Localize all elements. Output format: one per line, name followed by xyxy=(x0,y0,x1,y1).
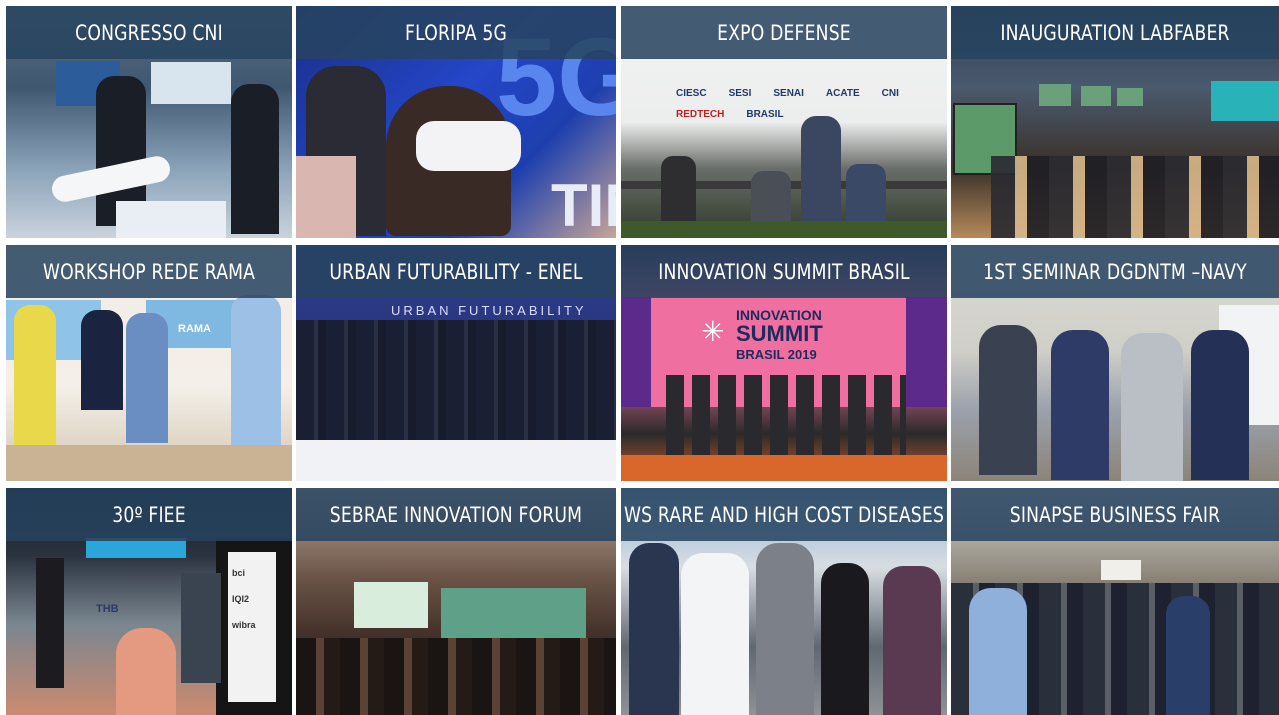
photo-collage: CONGRESSO CNI 5G TIM FLORIPA 5G CIESC SE… xyxy=(0,0,1279,715)
summit-sign-line3: BRASIL 2019 xyxy=(736,347,817,362)
tile-sinapse-business-fair: SINAPSE BUSINESS FAIR xyxy=(951,488,1279,715)
brand-text: wibra xyxy=(232,620,256,630)
caption-bar: SINAPSE BUSINESS FAIR xyxy=(951,488,1279,541)
logo-text: SESI xyxy=(728,88,752,99)
photo-banner-text: URBAN FUTURABILITY xyxy=(391,303,587,318)
tile-caption: 1ST SEMINAR DGDNTM –NAVY xyxy=(983,259,1247,284)
caption-bar: WS RARE AND HIGH COST DISEASES xyxy=(621,488,947,541)
caption-bar: FLORIPA 5G xyxy=(296,6,616,59)
booth-brands: bci IQI2 wibra xyxy=(232,568,276,630)
tile-workshop-rede-rama: RAMA WORKSHOP REDE RAMA xyxy=(6,245,292,481)
tile-1st-seminar-navy: 1ST SEMINAR DGDNTM –NAVY xyxy=(951,245,1279,481)
tile-caption: SINAPSE BUSINESS FAIR xyxy=(1009,502,1221,527)
tile-caption: WS RARE AND HIGH COST DISEASES xyxy=(623,502,945,527)
tile-floripa-5g: 5G TIM FLORIPA 5G xyxy=(296,6,616,238)
tile-caption: INNOVATION SUMMIT BRASIL xyxy=(658,259,910,284)
caption-bar: WORKSHOP REDE RAMA xyxy=(6,245,292,298)
caption-bar: INNOVATION SUMMIT BRASIL xyxy=(621,245,947,298)
caption-bar: 30º FIEE xyxy=(6,488,292,541)
tile-innovation-summit-brasil: INNOVATION SUMMIT BRASIL 2019 ✳ INNOVATI… xyxy=(621,245,947,481)
tile-inauguration-labfaber: INAUGURATION LABFABER xyxy=(951,6,1279,238)
tile-urban-futurability: URBAN FUTURABILITY URBAN FUTURABILITY - … xyxy=(296,245,616,481)
tile-caption: WORKSHOP REDE RAMA xyxy=(42,259,256,284)
booth-sign-thb: THB xyxy=(96,603,119,615)
tile-caption: EXPO DEFENSE xyxy=(717,20,851,45)
tile-caption: CONGRESSO CNI xyxy=(75,20,223,45)
tile-caption: FLORIPA 5G xyxy=(405,20,507,45)
tile-30-fiee: bci IQI2 wibra THB 30º FIEE xyxy=(6,488,292,715)
tile-caption: SEBRAE INNOVATION FORUM xyxy=(329,502,583,527)
logo-text: CIESC xyxy=(676,88,707,99)
sponsor-logos: CIESC SESI SENAI ACATE CNI REDTECH BRASI… xyxy=(676,88,916,120)
brand-text: bci xyxy=(232,568,246,578)
photo-sign-tim: TIM xyxy=(551,172,616,238)
tile-expo-defense: CIESC SESI SENAI ACATE CNI REDTECH BRASI… xyxy=(621,6,947,238)
tile-sebrae-innovation-forum: SEBRAE INNOVATION FORUM xyxy=(296,488,616,715)
summit-sign-line2: SUMMIT xyxy=(736,321,823,346)
tile-caption: 30º FIEE xyxy=(112,502,186,527)
caption-bar: EXPO DEFENSE xyxy=(621,6,947,59)
brand-text: IQI2 xyxy=(232,594,250,604)
caption-bar: SEBRAE INNOVATION FORUM xyxy=(296,488,616,541)
logo-text: ACATE xyxy=(825,88,860,99)
logo-text: CNI xyxy=(881,88,899,99)
photo-sign-rama: RAMA xyxy=(178,323,211,335)
caption-bar: 1ST SEMINAR DGDNTM –NAVY xyxy=(951,245,1279,298)
caption-bar: INAUGURATION LABFABER xyxy=(951,6,1279,59)
caption-bar: URBAN FUTURABILITY - ENEL xyxy=(296,245,616,298)
logo-text: REDTECH xyxy=(676,109,725,120)
tile-caption: URBAN FUTURABILITY - ENEL xyxy=(329,259,583,284)
logo-text: SENAI xyxy=(773,88,804,99)
tile-congresso-cni: CONGRESSO CNI xyxy=(6,6,292,238)
caption-bar: CONGRESSO CNI xyxy=(6,6,292,59)
logo-text: BRASIL xyxy=(746,109,784,120)
tile-caption: INAUGURATION LABFABER xyxy=(1000,20,1230,45)
tile-ws-rare-diseases: WS RARE AND HIGH COST DISEASES xyxy=(621,488,947,715)
